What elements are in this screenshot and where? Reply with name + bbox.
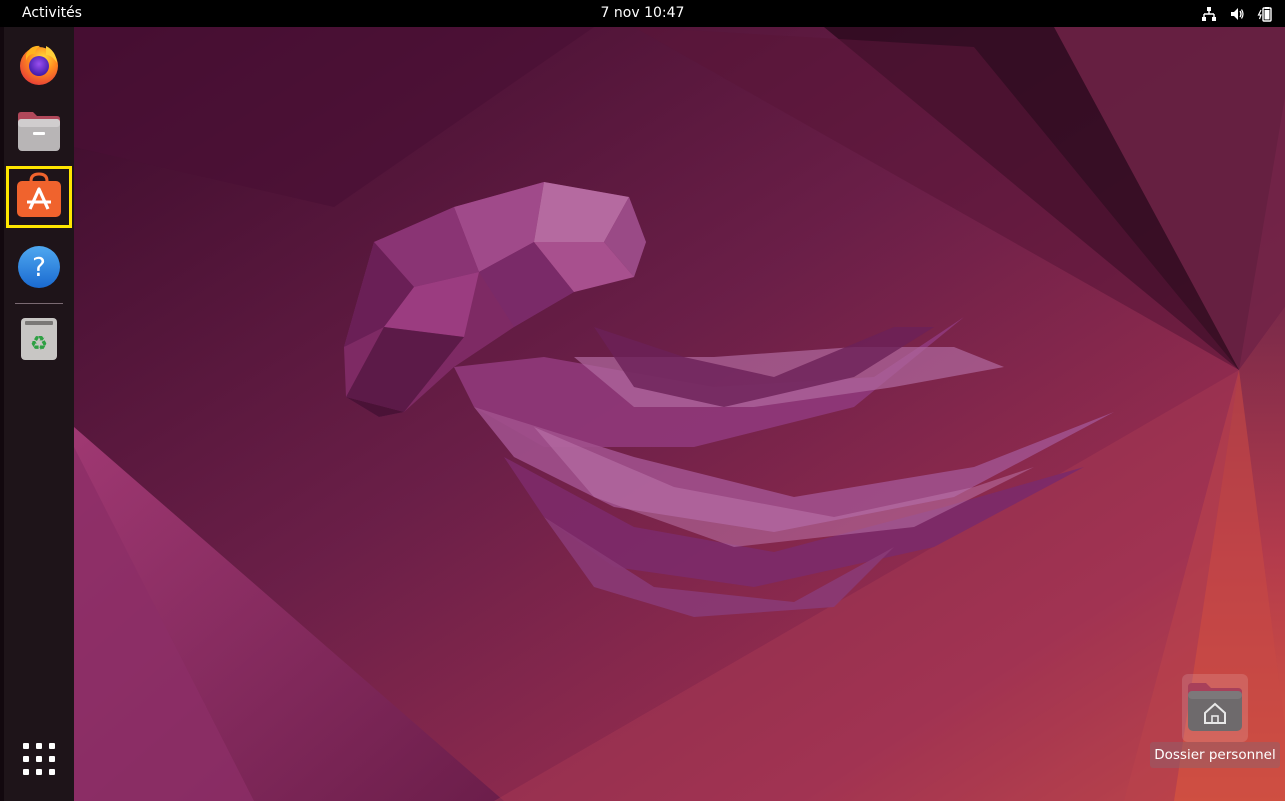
dock-item-trash[interactable]: ♻	[6, 310, 72, 372]
top-bar: Activités 7 nov 10:47	[0, 0, 1285, 27]
activities-button[interactable]: Activités	[0, 0, 94, 27]
dock-item-files[interactable]	[6, 102, 72, 164]
show-applications-button[interactable]	[23, 743, 55, 775]
desktop-icon-home-folder[interactable]: Dossier personnel	[1150, 674, 1280, 770]
dock-item-firefox[interactable]	[6, 35, 72, 97]
dock-item-ubuntu-software[interactable]	[6, 166, 72, 228]
home-folder-label: Dossier personnel	[1150, 742, 1280, 768]
network-icon	[1201, 6, 1217, 22]
trash-icon: ♻	[19, 316, 59, 366]
dock-item-help[interactable]: ?	[6, 238, 72, 300]
dock-separator	[15, 303, 63, 304]
svg-text:?: ?	[32, 253, 46, 283]
battery-icon	[1257, 6, 1273, 22]
wallpaper	[74, 27, 1285, 801]
system-tray[interactable]	[1201, 0, 1273, 27]
svg-text:♻: ♻	[30, 331, 48, 355]
home-folder-tile	[1182, 674, 1248, 742]
volume-icon	[1229, 6, 1245, 22]
files-icon	[16, 109, 62, 157]
desktop-screen: Activités 7 nov 10:47 ? ♻ Dossier person…	[0, 0, 1285, 801]
clock-button[interactable]: 7 nov 10:47	[601, 5, 685, 21]
home-folder-icon	[1186, 679, 1244, 737]
dock: ? ♻	[4, 27, 74, 801]
software-store-icon	[15, 171, 63, 223]
app-grid-icon	[23, 743, 29, 749]
help-icon: ?	[16, 244, 62, 294]
firefox-icon	[16, 41, 62, 91]
clock-area: 7 nov 10:47	[0, 0, 1285, 27]
